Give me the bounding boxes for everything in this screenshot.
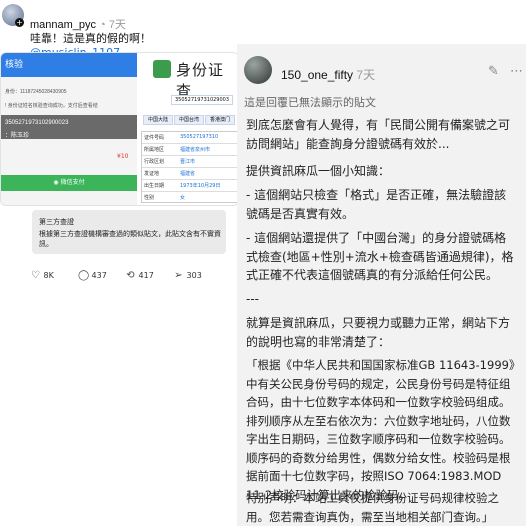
- name-line: ：陈玉珍: [5, 133, 30, 139]
- heart-icon: ♡: [31, 270, 40, 281]
- panel-title: 核验: [1, 53, 137, 77]
- paragraph-2: 提供資訊麻瓜一個小知識：: [246, 164, 391, 178]
- fact-check-desc: 根據第三方查證機構審查過的類似貼文，此貼文含有不實資訊。: [39, 230, 221, 248]
- follow-plus-icon[interactable]: +: [15, 18, 24, 27]
- more-icon[interactable]: ⋯: [510, 64, 523, 79]
- wechat-icon: ◉: [53, 179, 61, 186]
- table-row: 性别女: [144, 195, 186, 201]
- table-row: 行政区划 晋江市: [142, 156, 238, 168]
- status-line: ! 身份证姓名核验查询成功，支付后查看结: [5, 103, 98, 109]
- fact-check-title: 第三方查證: [39, 218, 74, 226]
- post-image[interactable]: 核验 身份：11187245028430905 ! 身份证姓名核验查询成功，支付…: [0, 52, 239, 206]
- paragraph-4: - 這個網站還提供了「中國台灣」的身分證號碼格式檢查(地區+性別+流水+檢查碼皆…: [246, 231, 514, 282]
- tab-1: 中国大陆: [143, 115, 173, 125]
- post-time: 7天: [356, 68, 376, 82]
- like-button[interactable]: ♡ 8K: [30, 270, 54, 281]
- left-post: + mannam_pyc ◔ 7天 哇靠！這是真的假的啊！ @musiclin_…: [0, 0, 239, 526]
- id-line: 身份：11187245028430905: [5, 89, 67, 95]
- paragraph-1: 到底怎麼會有人覺得，有「民間公開有備案號之可訪問網站」能查詢身分證號碼有效於..…: [246, 118, 511, 151]
- table-row: 所属地区 福建省泉州市: [142, 144, 238, 156]
- tab-2: 中国台湾: [174, 115, 204, 125]
- special-note: 特別声明：本站工具仅提供身份证号码规律校验之用。您若需查询真伪，需至当地相关部门…: [246, 491, 499, 524]
- paragraph-5: 就算是資訊麻瓜，只要視力或聽力正常，網站下方的說明也寫的非常清楚了：: [246, 316, 511, 349]
- table-row: 发证地 福建省: [142, 168, 238, 180]
- shield-icon: [153, 60, 171, 78]
- table-row: 出生日期 1973年10月29日: [142, 180, 238, 192]
- id-number: 3505271973102900023: [5, 120, 69, 126]
- price: ¥10: [117, 153, 129, 160]
- repost-button[interactable]: ⟲ 417: [125, 270, 154, 281]
- share-button[interactable]: ➢ 303: [173, 270, 202, 281]
- edit-icon[interactable]: ✎: [488, 64, 499, 79]
- table-row: 证件号码 350527197310: [142, 132, 238, 144]
- comment-icon: ◯: [78, 270, 90, 281]
- comment-button[interactable]: ◯ 437: [78, 270, 107, 281]
- result-table: 证件号码 350527197310 所属地区 福建省泉州市 行政区划 晋江市 发证地福…: [141, 131, 238, 203]
- query-input: 35052719731029003: [171, 95, 233, 105]
- action-bar: ♡ 8K ◯ 437 ⟲ 417 ➢ 303: [30, 270, 230, 286]
- divider-text: ---: [246, 292, 259, 306]
- username[interactable]: 150_one_fifty 7天: [281, 66, 375, 83]
- quote-text: 「根据《中华人民共和国国家标准GB 11643-1999》中有关公民身份号码的规…: [246, 358, 515, 502]
- deleted-notice: 這是回覆已無法顯示的貼文: [244, 96, 376, 109]
- send-icon: ➢: [174, 270, 183, 281]
- repost-icon: ⟲: [126, 270, 135, 281]
- right-top-strip: [237, 0, 526, 44]
- tab-3: 香港澳门: [205, 115, 235, 125]
- avatar[interactable]: [244, 56, 272, 84]
- verify-panel: 核验 身份：11187245028430905 ! 身份证姓名核验查询成功，支付…: [1, 53, 137, 205]
- wechat-pay-button[interactable]: ◉ 微信支付: [1, 175, 137, 191]
- paragraph-3: - 這個網站只檢查「格式」是否正確，無法驗證該號碼是否真實有效。: [246, 188, 507, 221]
- fact-check-note[interactable]: 第三方查證 根據第三方查證機構審查過的類似貼文，此貼文含有不實資訊。: [32, 210, 226, 254]
